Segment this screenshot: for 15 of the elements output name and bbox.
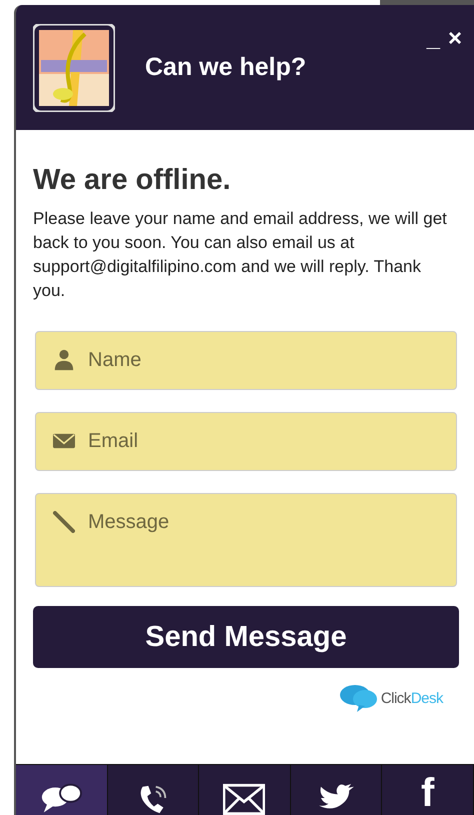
- chat-bubbles-icon: [338, 683, 379, 713]
- chat-icon: [40, 783, 82, 815]
- close-button[interactable]: ×: [448, 27, 462, 51]
- minimize-button[interactable]: _: [426, 27, 440, 51]
- window-title: Can we help?: [145, 53, 306, 82]
- input-field[interactable]: Email: [35, 412, 457, 471]
- brand-name: ClickDesk: [380, 690, 443, 706]
- message-field[interactable]: Message: [35, 493, 457, 587]
- status-heading: We are offline.: [33, 164, 232, 197]
- offline-message: Please leave your name and email address, we will get back to you soon. You can also email us at support@digitalfilipino.com and we will reply. Thank you.: [33, 208, 448, 302]
- send-message-button[interactable]: Send Message: [33, 606, 459, 668]
- tab[interactable]: f: [382, 765, 474, 815]
- envelope-icon: [223, 783, 266, 815]
- input-field[interactable]: Name: [35, 331, 457, 390]
- tab[interactable]: [16, 765, 108, 815]
